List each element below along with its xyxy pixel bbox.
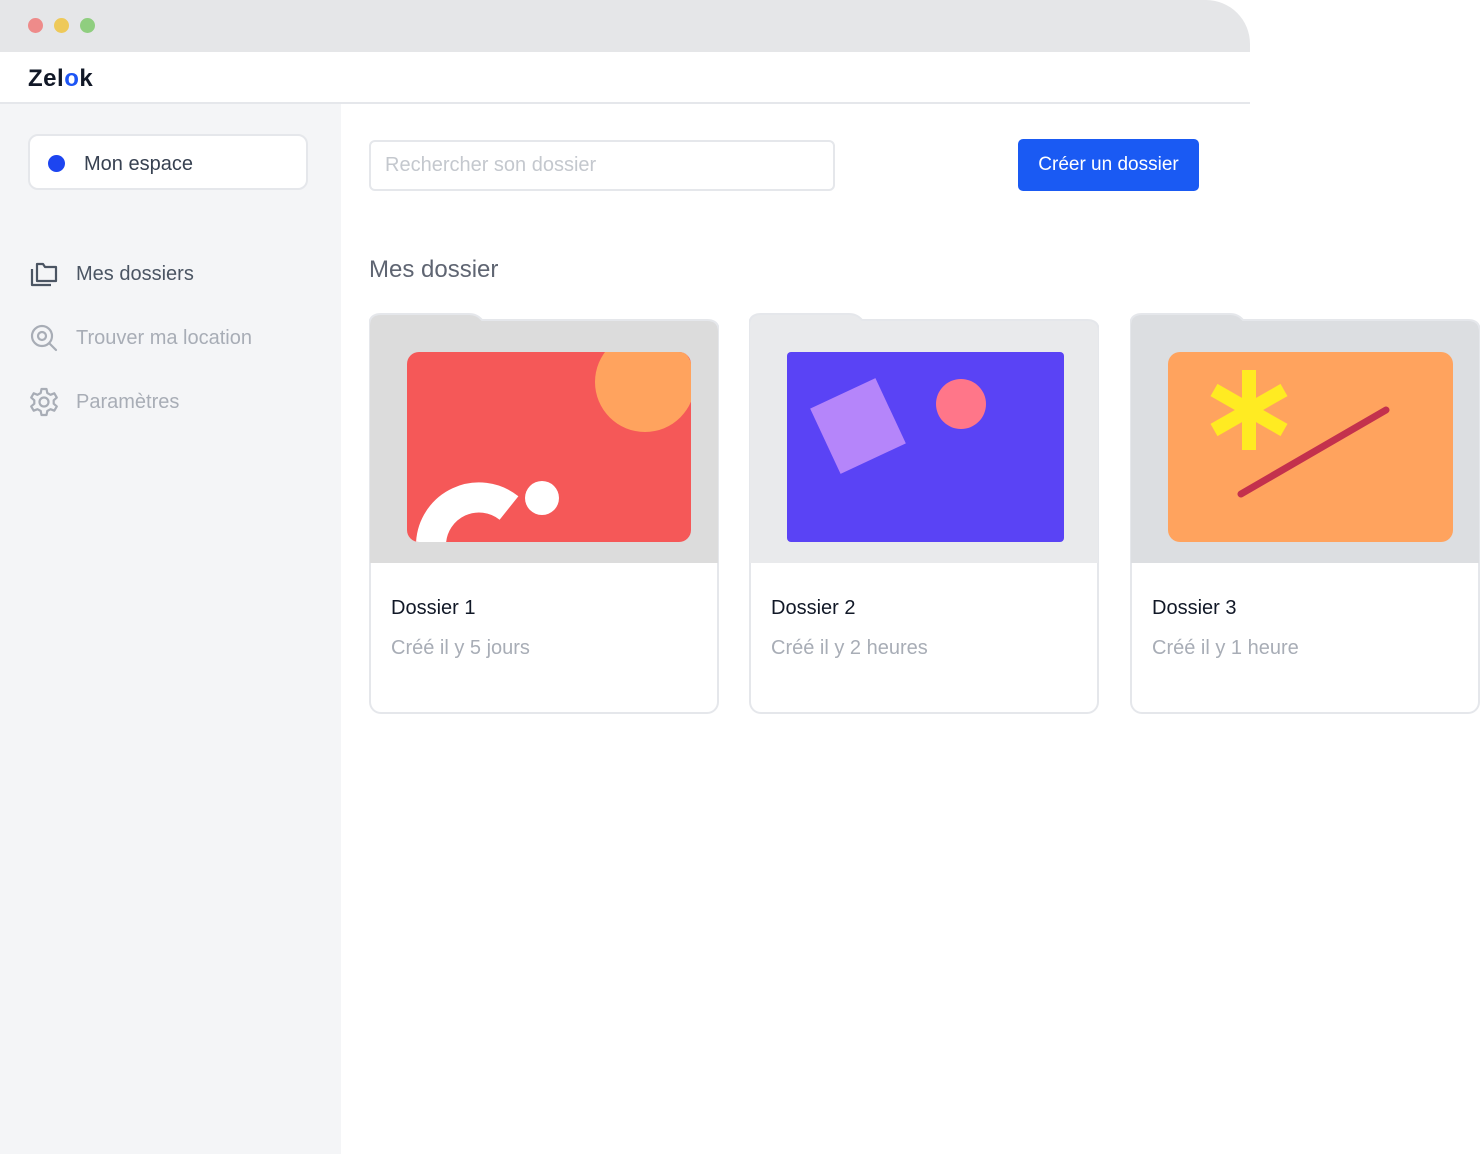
folder-created-date: Créé il y 2 heures <box>771 637 928 659</box>
folder-created-date: Créé il y 1 heure <box>1152 637 1299 659</box>
sidebar: Mon espace Mes dossiers Trouver ma locat… <box>0 104 341 1154</box>
gear-icon <box>28 386 60 418</box>
folder-title: Dossier 2 <box>771 597 856 619</box>
folder-title: Dossier 1 <box>391 597 476 619</box>
sidebar-item-label: Paramètres <box>76 391 180 413</box>
search-input[interactable] <box>369 140 835 191</box>
folder-title: Dossier 3 <box>1152 597 1237 619</box>
main-content: Créer un dossier Mes dossier Dossier 1 C… <box>341 104 1481 1154</box>
workspace-selector[interactable]: Mon espace <box>28 134 308 190</box>
folder-card-2[interactable]: Dossier 2 Créé il y 2 heures <box>749 310 1099 714</box>
close-dot[interactable] <box>28 18 43 33</box>
folder-created-date: Créé il y 5 jours <box>391 637 530 659</box>
sidebar-item-trouver-ma-location[interactable]: Trouver ma location <box>28 318 328 358</box>
folder-card-3[interactable]: Dossier 3 Créé il y 1 heure <box>1130 310 1480 714</box>
folder-info: Dossier 2 Créé il y 2 heures <box>749 563 1099 714</box>
workspace-dot <box>48 155 65 172</box>
app-header: Zelok <box>0 52 1250 104</box>
folder-card-1[interactable]: Dossier 1 Créé il y 5 jours <box>369 310 719 714</box>
folder-thumbnail <box>749 310 1099 564</box>
app-logo[interactable]: Zelok <box>28 65 93 93</box>
sidebar-item-label: Mes dossiers <box>76 263 194 285</box>
folder-thumbnail <box>369 310 719 564</box>
folder-info: Dossier 1 Créé il y 5 jours <box>369 563 719 714</box>
create-folder-button[interactable]: Créer un dossier <box>1018 139 1199 191</box>
maximize-dot[interactable] <box>80 18 95 33</box>
minimize-dot[interactable] <box>54 18 69 33</box>
folder-info: Dossier 3 Créé il y 1 heure <box>1130 563 1480 714</box>
folders-icon <box>28 258 60 290</box>
sidebar-item-mes-dossiers[interactable]: Mes dossiers <box>28 254 328 294</box>
sidebar-item-parametres[interactable]: Paramètres <box>28 382 328 422</box>
section-title: Mes dossier <box>369 256 499 283</box>
window-titlebar <box>0 0 1250 52</box>
sidebar-item-label: Trouver ma location <box>76 327 252 349</box>
search-location-icon <box>28 322 60 354</box>
folder-thumbnail <box>1130 310 1480 564</box>
workspace-label: Mon espace <box>84 153 193 175</box>
